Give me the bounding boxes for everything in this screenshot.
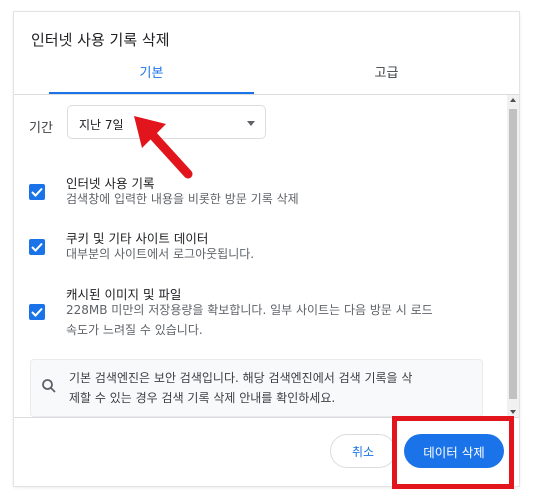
clear-data-button[interactable]: 데이터 삭제 (404, 434, 504, 468)
cache-checkbox[interactable] (29, 304, 45, 320)
scroll-thumb[interactable] (509, 109, 517, 399)
checkmark-icon (31, 242, 43, 252)
scroll-up-icon[interactable] (510, 98, 516, 102)
scroll-down-icon[interactable] (510, 410, 516, 414)
cancel-button[interactable]: 취소 (330, 434, 396, 468)
tab-basic[interactable]: 기본 (49, 60, 254, 94)
browsing-history-desc: 검색창에 입력한 내용을 비롯한 방문 기록 삭제 (66, 192, 299, 206)
cache-desc-line2: 속도가 느려질 수 있습니다. (66, 323, 203, 337)
cookies-checkbox[interactable] (29, 239, 45, 255)
browsing-history-checkbox[interactable] (29, 184, 45, 200)
info-text-line2: 제할 수 있는 경우 검색 기록 삭제 안내를 확인하세요. (69, 391, 336, 405)
time-range-select[interactable]: 지난 7일 (67, 105, 266, 139)
time-range-value: 지난 7일 (79, 118, 124, 132)
tab-advanced[interactable]: 고급 (284, 60, 489, 94)
dialog-title: 인터넷 사용 기록 삭제 (31, 31, 170, 49)
vertical-scrollbar[interactable] (507, 95, 519, 417)
info-text-line1: 기본 검색엔진은 보안 검색입니다. 해당 검색엔진에서 검색 기록을 삭 (69, 371, 413, 385)
info-text: 기본 검색엔진은 보안 검색입니다. 해당 검색엔진에서 검색 기록을 삭 제할… (69, 368, 477, 408)
search-icon (42, 379, 56, 393)
dialog-content: 기간 지난 7일 인터넷 사용 기록 검색창에 입력한 내용을 비롯한 방문 기… (14, 95, 507, 417)
footer-divider (14, 417, 519, 418)
tab-bar: 기본 고급 (14, 60, 519, 96)
cache-desc-line1: 228MB 미만의 저장용량을 확보합니다. 일부 사이트는 다음 방문 시 로… (66, 303, 433, 317)
cookies-desc: 대부분의 사이트에서 로그아웃됩니다. (66, 247, 255, 261)
period-label: 기간 (29, 121, 53, 136)
search-engine-info-box: 기본 검색엔진은 보안 검색입니다. 해당 검색엔진에서 검색 기록을 삭 제할… (30, 359, 483, 417)
dropdown-arrow-icon (247, 121, 255, 126)
checkmark-icon (31, 307, 43, 317)
checkmark-icon (31, 187, 43, 197)
clear-browsing-data-dialog: 인터넷 사용 기록 삭제 기본 고급 기간 지난 7일 인터넷 사용 기록 검색… (14, 12, 519, 486)
